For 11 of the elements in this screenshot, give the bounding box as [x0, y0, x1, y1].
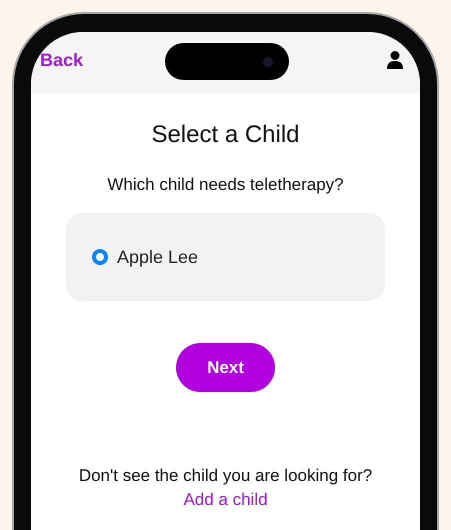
child-name: Apple Lee: [117, 246, 198, 269]
child-radio-option[interactable]: Apple Lee: [92, 244, 359, 270]
page-title: Select a Child: [151, 121, 300, 149]
back-button[interactable]: Back: [40, 49, 84, 71]
missing-child-prompt: Don't see the child you are looking for?: [78, 465, 372, 487]
next-button[interactable]: Next: [176, 343, 275, 392]
page-subtitle: Which child needs teletherapy?: [107, 175, 344, 195]
add-child-link[interactable]: Add a child: [183, 488, 268, 512]
camera-lens-icon: [263, 56, 273, 66]
radio-button[interactable]: [92, 249, 108, 265]
person-icon[interactable]: [387, 51, 403, 69]
